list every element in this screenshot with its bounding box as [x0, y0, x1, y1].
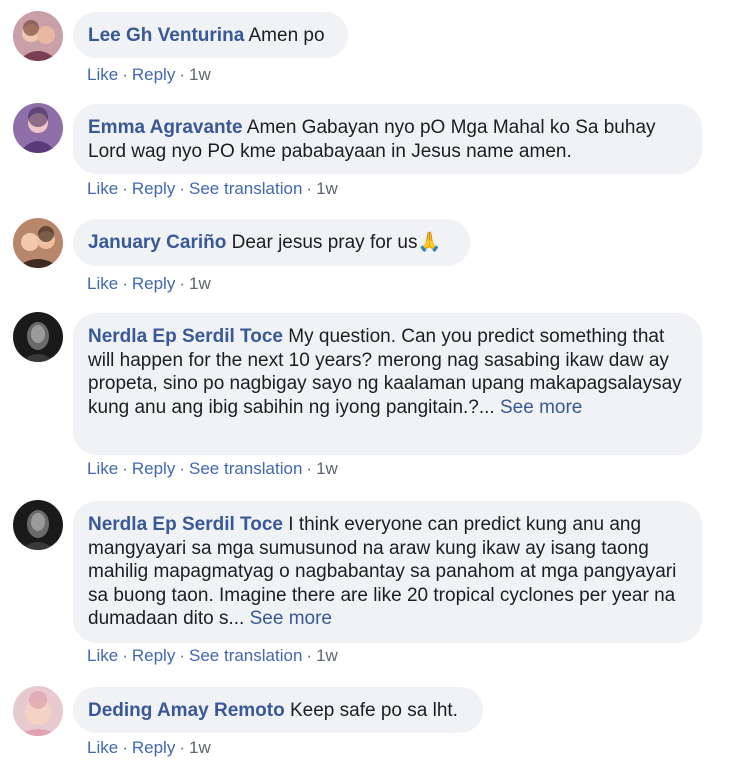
comment-author[interactable]: Nerdla Ep Serdil Toce	[88, 514, 283, 535]
comment-timestamp[interactable]: 1w	[316, 179, 338, 198]
avatar[interactable]	[13, 103, 63, 153]
comment-bubble: Deding Amay Remoto Keep safe po sa lht.	[73, 687, 483, 733]
like-button[interactable]: Like	[87, 179, 118, 198]
comment-actions: Like · Reply · See translation · 1w	[87, 646, 338, 665]
comment-timestamp[interactable]: 1w	[189, 274, 211, 293]
see-more-link[interactable]: See more	[250, 608, 332, 629]
reply-button[interactable]: Reply	[132, 179, 175, 198]
see-translation-link[interactable]: See translation	[189, 179, 302, 198]
comment-author[interactable]: January Cariño	[88, 232, 226, 253]
comment-text: Dear jesus pray for us	[231, 232, 418, 253]
like-button[interactable]: Like	[87, 646, 118, 665]
like-button[interactable]: Like	[87, 274, 118, 293]
comment-actions: Like · Reply · See translation · 1w	[87, 179, 338, 198]
comment-author[interactable]: Deding Amay Remoto	[88, 700, 285, 721]
reply-button[interactable]: Reply	[132, 738, 175, 757]
comment-timestamp[interactable]: 1w	[316, 646, 338, 665]
comment-bubble: Lee Gh Venturina Amen po	[73, 12, 348, 58]
comment-author[interactable]: Emma Agravante	[88, 117, 243, 138]
comment-text: Amen po	[248, 25, 325, 46]
comment-author[interactable]: Nerdla Ep Serdil Toce	[88, 326, 283, 347]
comment-actions: Like · Reply · 1w	[87, 274, 211, 293]
see-translation-link[interactable]: See translation	[189, 646, 302, 665]
comment-bubble: Nerdla Ep Serdil Toce I think everyone c…	[73, 501, 702, 643]
reply-button[interactable]: Reply	[132, 459, 175, 478]
comment-timestamp[interactable]: 1w	[189, 65, 211, 84]
avatar[interactable]	[13, 11, 63, 61]
comment-actions: Like · Reply · See translation · 1w	[87, 459, 338, 478]
pray-emoji-icon: 🙏	[417, 232, 442, 253]
reply-button[interactable]: Reply	[132, 274, 175, 293]
comment-author[interactable]: Lee Gh Venturina	[88, 25, 244, 46]
comment-timestamp[interactable]: 1w	[189, 738, 211, 757]
see-more-link[interactable]: See more	[500, 397, 582, 418]
like-button[interactable]: Like	[87, 738, 118, 757]
comment-bubble: January Cariño Dear jesus pray for us🙏	[73, 219, 470, 266]
comment-bubble: Nerdla Ep Serdil Toce My question. Can y…	[73, 313, 702, 455]
reply-button[interactable]: Reply	[132, 65, 175, 84]
comment-timestamp[interactable]: 1w	[316, 459, 338, 478]
comment-text: Keep safe po sa lht.	[290, 700, 458, 721]
avatar[interactable]	[13, 686, 63, 736]
comment-actions: Like · Reply · 1w	[87, 738, 211, 757]
comment-actions: Like · Reply · 1w	[87, 65, 211, 84]
see-translation-link[interactable]: See translation	[189, 459, 302, 478]
comment-bubble: Emma Agravante Amen Gabayan nyo pO Mga M…	[73, 104, 702, 174]
like-button[interactable]: Like	[87, 65, 118, 84]
avatar[interactable]	[13, 312, 63, 362]
reply-button[interactable]: Reply	[132, 646, 175, 665]
avatar[interactable]	[13, 218, 63, 268]
avatar[interactable]	[13, 500, 63, 550]
like-button[interactable]: Like	[87, 459, 118, 478]
